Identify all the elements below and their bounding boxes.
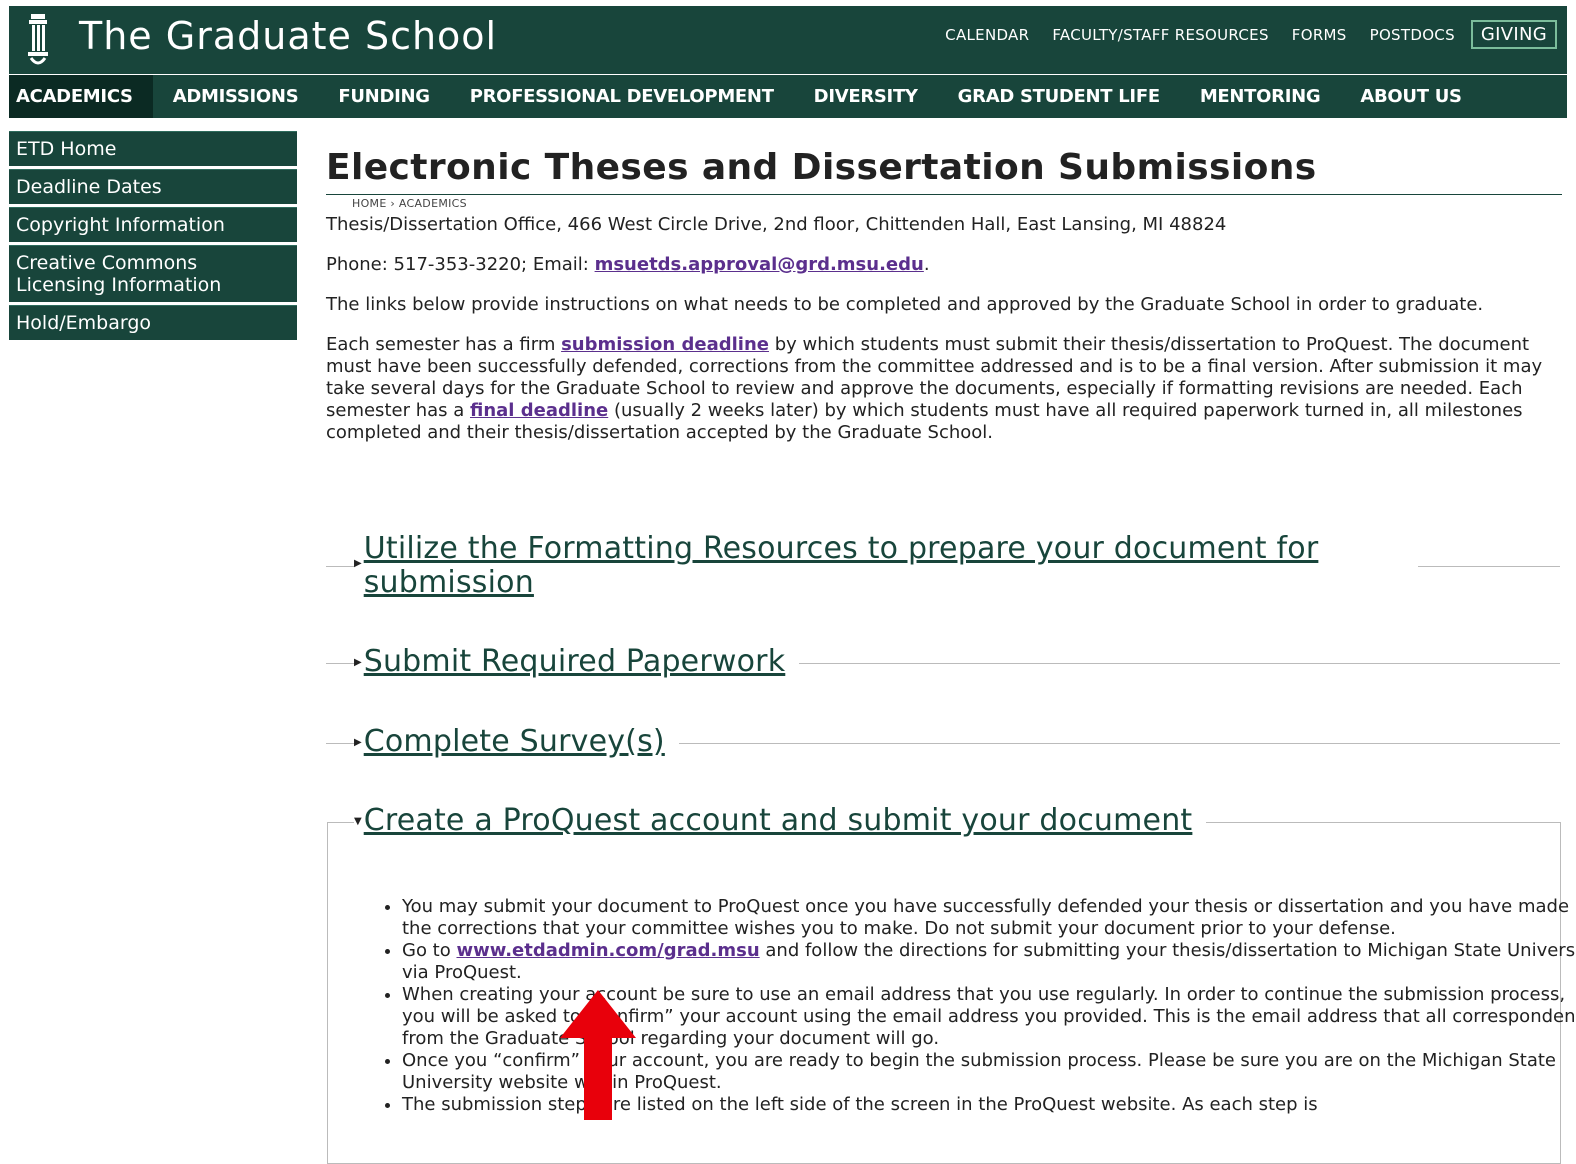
main-content: Electronic Theses and Dissertation Submi… bbox=[326, 148, 1562, 462]
site-title[interactable]: The Graduate School bbox=[79, 14, 497, 58]
nav-about-us[interactable]: ABOUT US bbox=[1340, 75, 1481, 118]
main-nav: ACADEMICS ADMISSIONS FUNDING PROFESSIONA… bbox=[9, 75, 1567, 118]
spartan-logo-icon[interactable] bbox=[23, 12, 53, 68]
accordion-header-paperwork[interactable]: ▶ Submit Required Paperwork bbox=[326, 645, 1560, 679]
accordion-paperwork: ▶ Submit Required Paperwork bbox=[326, 645, 1560, 679]
accordion-header-proquest[interactable]: ▼ Create a ProQuest account and submit y… bbox=[326, 804, 1560, 838]
nav-diversity[interactable]: DIVERSITY bbox=[794, 75, 938, 118]
sidebar-item-etd-home[interactable]: ETD Home bbox=[9, 131, 297, 166]
contact-info: Phone: 517-353-3220; Email: msuetds.appr… bbox=[326, 254, 1562, 276]
collapsed-triangle-icon: ▶ bbox=[354, 558, 364, 569]
red-arrow-icon bbox=[560, 990, 636, 1120]
nav-grad-student-life[interactable]: GRAD STUDENT LIFE bbox=[938, 75, 1180, 118]
sidebar-item-hold-embargo[interactable]: Hold/Embargo bbox=[9, 305, 297, 340]
top-header: The Graduate School CALENDAR FACULTY/STA… bbox=[9, 6, 1567, 74]
nav-admissions[interactable]: ADMISSIONS bbox=[153, 75, 319, 118]
submission-deadline-link[interactable]: submission deadline bbox=[561, 334, 769, 355]
title-divider bbox=[326, 194, 1562, 195]
nav-mentoring[interactable]: MENTORING bbox=[1180, 75, 1341, 118]
sidebar-item-deadline-dates[interactable]: Deadline Dates bbox=[9, 169, 297, 204]
utility-link-postdocs[interactable]: POSTDOCS bbox=[1370, 26, 1455, 44]
nav-funding[interactable]: FUNDING bbox=[318, 75, 449, 118]
utility-link-forms[interactable]: FORMS bbox=[1292, 26, 1347, 44]
etdadmin-link[interactable]: www.etdadmin.com/grad.msu bbox=[456, 940, 759, 961]
list-item-text: Go to bbox=[402, 940, 457, 961]
office-address: Thesis/Dissertation Office, 466 West Cir… bbox=[326, 214, 1227, 235]
list-item: Go to www.etdadmin.com/grad.msu and foll… bbox=[402, 940, 1576, 984]
collapsed-triangle-icon: ▶ bbox=[354, 737, 364, 748]
accordion-proquest: ▼ Create a ProQuest account and submit y… bbox=[326, 804, 1560, 838]
accordion-title-proquest[interactable]: Create a ProQuest account and submit you… bbox=[363, 804, 1207, 838]
deadline-paragraph: Each semester has a firm submission dead… bbox=[326, 334, 1562, 444]
accordion-formatting: ▶ Utilize the Formatting Resources to pr… bbox=[326, 532, 1560, 600]
accordion-title-paperwork[interactable]: Submit Required Paperwork bbox=[363, 645, 800, 679]
expanded-triangle-icon: ▼ bbox=[354, 816, 364, 827]
phone-text: Phone: 517-353-3220; Email: bbox=[326, 254, 595, 275]
giving-button[interactable]: GIVING bbox=[1470, 20, 1557, 49]
email-link[interactable]: msuetds.approval@grd.msu.edu bbox=[595, 254, 924, 275]
deadline-text-1: Each semester has a firm bbox=[326, 334, 562, 355]
accordion-title-survey[interactable]: Complete Survey(s) bbox=[363, 725, 679, 759]
intro-paragraph: The links below provide instructions on … bbox=[326, 294, 1484, 315]
contact-suffix: . bbox=[923, 254, 930, 275]
accordion-header-formatting[interactable]: ▶ Utilize the Formatting Resources to pr… bbox=[326, 532, 1560, 600]
accordion-title-formatting[interactable]: Utilize the Formatting Resources to prep… bbox=[363, 532, 1418, 600]
sidebar-item-copyright[interactable]: Copyright Information bbox=[9, 207, 297, 242]
list-item: You may submit your document to ProQuest… bbox=[402, 896, 1576, 940]
sidebar: ETD Home Deadline Dates Copyright Inform… bbox=[9, 131, 297, 343]
proquest-instructions-list: You may submit your document to ProQuest… bbox=[326, 896, 1576, 1116]
sidebar-item-creative-commons[interactable]: Creative Commons Licensing Information bbox=[9, 245, 297, 302]
nav-academics[interactable]: ACADEMICS bbox=[9, 75, 153, 118]
breadcrumb[interactable]: HOME › ACADEMICS bbox=[352, 197, 1562, 210]
page-title: Electronic Theses and Dissertation Submi… bbox=[326, 147, 1317, 188]
utility-link-faculty-staff[interactable]: FACULTY/STAFF RESOURCES bbox=[1052, 26, 1268, 44]
utility-link-calendar[interactable]: CALENDAR bbox=[945, 26, 1029, 44]
utility-nav: CALENDAR FACULTY/STAFF RESOURCES FORMS P… bbox=[922, 20, 1557, 49]
nav-professional-development[interactable]: PROFESSIONAL DEVELOPMENT bbox=[450, 75, 794, 118]
final-deadline-link[interactable]: final deadline bbox=[470, 400, 608, 421]
collapsed-triangle-icon: ▶ bbox=[354, 657, 364, 668]
accordion-survey: ▶ Complete Survey(s) bbox=[326, 725, 1560, 759]
accordion-header-survey[interactable]: ▶ Complete Survey(s) bbox=[326, 725, 1560, 759]
